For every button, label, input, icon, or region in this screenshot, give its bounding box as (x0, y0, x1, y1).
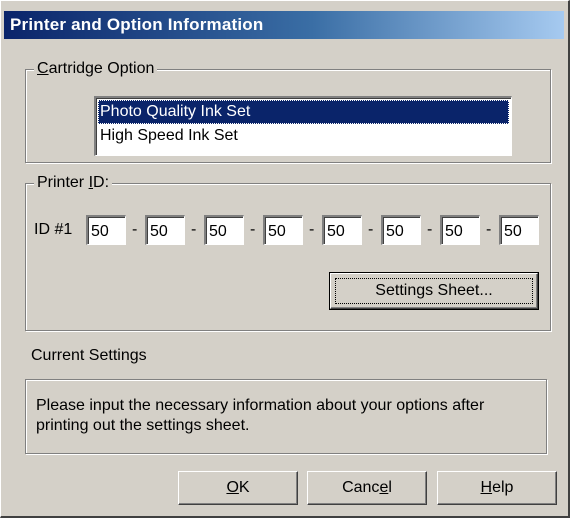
id-separator: - (309, 221, 315, 238)
id-separator: - (191, 221, 197, 238)
cartridge-option-high-speed[interactable]: High Speed Ink Set (98, 124, 509, 148)
id-separator: - (427, 221, 433, 238)
printer-option-dialog: Printer and Option Information Cartridge… (0, 0, 570, 518)
settings-sheet-button[interactable]: Settings Sheet... (329, 272, 539, 310)
printer-id-field-3[interactable] (204, 215, 244, 245)
cartridge-option-group: Cartridge Option Photo Quality Ink Set H… (25, 59, 551, 163)
current-settings-message-box: Please input the necessary information a… (25, 379, 547, 454)
help-button[interactable]: Help (437, 471, 557, 505)
printer-id-field-6[interactable] (381, 215, 421, 245)
cartridge-option-listbox[interactable]: Photo Quality Ink Set High Speed Ink Set (94, 96, 512, 156)
cartridge-option-photo-quality[interactable]: Photo Quality Ink Set (98, 100, 509, 124)
current-settings-message: Please input the necessary information a… (36, 397, 485, 434)
id-separator: - (368, 221, 374, 238)
id-separator: - (486, 221, 492, 238)
current-settings-label: Current Settings (31, 347, 147, 364)
printer-id-field-1[interactable] (86, 215, 126, 245)
dialog-title: Printer and Option Information (4, 11, 564, 39)
printer-id-field-8[interactable] (499, 215, 539, 245)
printer-id-field-2[interactable] (145, 215, 185, 245)
ok-button[interactable]: OK (178, 471, 298, 505)
id-separator: - (132, 221, 138, 238)
printer-id-field-5[interactable] (322, 215, 362, 245)
focus-indicator (335, 278, 533, 304)
cartridge-option-label: Cartridge Option (34, 59, 158, 79)
printer-id-group: Printer ID: ID #1 - - - - - - - Settings… (25, 173, 551, 331)
printer-id-field-4[interactable] (263, 215, 303, 245)
id-separator: - (250, 221, 256, 238)
printer-id-label: Printer ID: (34, 173, 113, 193)
id-row-label: ID #1 (34, 221, 73, 238)
cancel-button[interactable]: Cancel (307, 471, 427, 505)
printer-id-field-7[interactable] (440, 215, 480, 245)
